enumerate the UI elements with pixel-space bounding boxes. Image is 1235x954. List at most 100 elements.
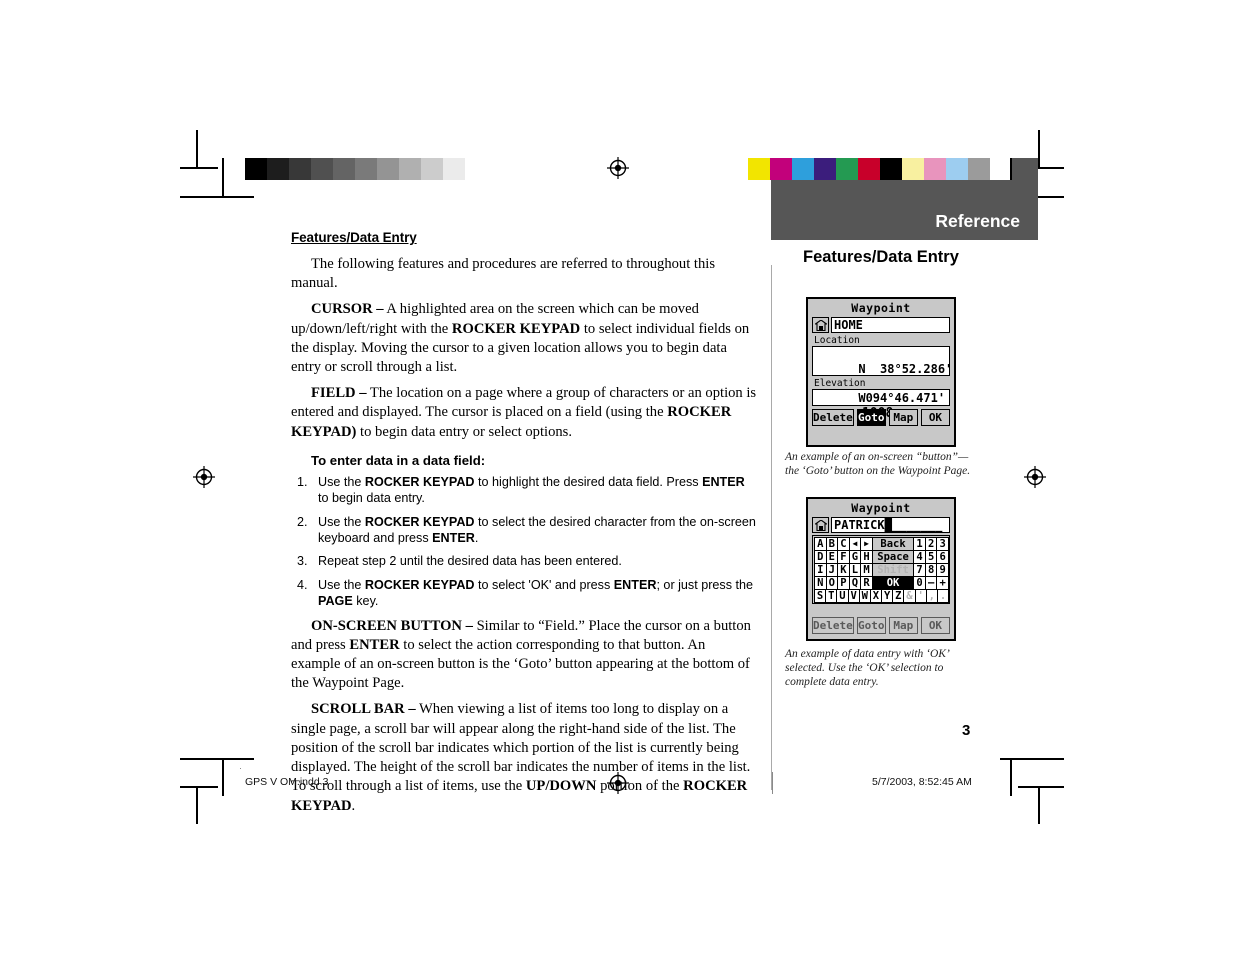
- key-period[interactable]: .: [936, 589, 950, 603]
- step-number: 2.: [297, 514, 308, 529]
- key-9[interactable]: 9: [936, 563, 949, 577]
- gray-swatch-8: [421, 158, 443, 180]
- step-key-rocker: ROCKER KEYPAD: [364, 514, 475, 529]
- scroll-text-2: portion of the: [596, 778, 684, 795]
- map-button[interactable]: Map: [888, 409, 918, 426]
- intro-paragraph: The following features and procedures ar…: [291, 255, 757, 293]
- step-text-a: Use the: [318, 514, 365, 529]
- grayscale-calibration-bar: [245, 158, 487, 180]
- scrollbar-term: SCROLL BAR –: [311, 701, 416, 718]
- scroll-updown-key: UP/DOWN: [525, 778, 597, 795]
- ok-button[interactable]: OK: [920, 409, 950, 426]
- gray-swatch-5: [355, 158, 377, 180]
- crop-mark-bl2-h: [180, 758, 254, 760]
- onscreen-button-paragraph: ON-SCREEN BUTTON – Similar to “Field.” P…: [291, 617, 757, 694]
- color-swatch-4: [836, 158, 858, 180]
- crop-mark-bl-h: [180, 786, 218, 788]
- keyboard-row-4: N O P Q R OK 0 – +: [814, 576, 949, 590]
- crop-mark-tr-v: [1038, 130, 1040, 168]
- step-number: 4.: [297, 577, 308, 592]
- step-text-c: to begin data entry.: [318, 491, 425, 506]
- goto-button[interactable]: Goto: [856, 409, 886, 426]
- scroll-bar-paragraph: SCROLL BAR – When viewing a list of item…: [291, 700, 757, 815]
- sidebar-heading: Features/Data Entry: [803, 248, 959, 266]
- field-term: FIELD –: [311, 385, 367, 402]
- location-label: Location: [812, 335, 950, 346]
- crop-mark-br2-v: [1010, 758, 1012, 796]
- on-screen-keyboard: A B C ◀ ▶ Back 1 2 3 D E F G H Space 4 5…: [812, 535, 950, 604]
- list-item: 3. Repeat step 2 until the desired data h…: [291, 553, 757, 569]
- color-swatch-1: [770, 158, 792, 180]
- house-symbol-icon[interactable]: [812, 317, 829, 333]
- gray-swatch-0: [245, 158, 267, 180]
- key-plus[interactable]: +: [936, 576, 949, 590]
- gps-screen-data-entry: Waypoint PATRICK█_______ A B C ◀ ▶ Back …: [806, 497, 956, 641]
- ok-button[interactable]: OK: [920, 617, 950, 634]
- waypoint-name-row: PATRICK█_______: [812, 517, 950, 533]
- key-6[interactable]: 6: [936, 550, 949, 564]
- gray-swatch-2: [289, 158, 311, 180]
- step-text-c: ; or just press the: [656, 577, 754, 592]
- waypoint-name-row: HOME: [812, 317, 950, 333]
- step-key-rocker: ROCKER KEYPAD: [364, 577, 475, 592]
- gray-swatch-1: [267, 158, 289, 180]
- crop-mark-br-h: [1018, 786, 1064, 788]
- key-shift[interactable]: Shift: [871, 563, 915, 577]
- goto-button[interactable]: Goto: [856, 617, 886, 634]
- waypoint-button-row-background: Delete Goto Map OK: [812, 617, 950, 634]
- scroll-text-3: .: [351, 797, 356, 814]
- key-ok[interactable]: OK: [871, 576, 915, 590]
- color-swatch-7: [902, 158, 924, 180]
- step-text-d: key.: [352, 594, 379, 609]
- crop-mark-tl-v: [196, 130, 198, 168]
- crop-mark-tl-h: [180, 167, 218, 169]
- key-3[interactable]: 3: [936, 537, 949, 551]
- page-title: Features/Data Entry: [291, 230, 417, 245]
- keyboard-row-3: I J K L M Shift 7 8 9: [814, 563, 949, 577]
- gps-screen-waypoint-page: Waypoint HOME Location N 38°52.286' W094…: [806, 297, 956, 447]
- registration-target-top: [607, 157, 629, 179]
- color-swatch-8: [924, 158, 946, 180]
- gray-swatch-7: [399, 158, 421, 180]
- section-tab-label: Reference: [935, 211, 1020, 231]
- list-item: 1. Use the ROCKER KEYPAD to highlight the…: [291, 474, 757, 507]
- map-button[interactable]: Map: [888, 617, 918, 634]
- footer-filename: GPS V OM.indd 3: [245, 776, 329, 788]
- step-text-c: .: [474, 531, 479, 546]
- crop-mark-br-v: [1038, 786, 1040, 824]
- gps-screen-title: Waypoint: [851, 301, 911, 315]
- crop-mark-bl-v: [196, 786, 198, 824]
- intro-text: The following features and procedures ar…: [291, 256, 716, 292]
- key-back[interactable]: Back: [871, 537, 915, 551]
- gray-swatch-9: [443, 158, 465, 180]
- crop-mark-tl2-h: [180, 196, 254, 198]
- registration-target-left: [193, 466, 215, 488]
- step-text-b: to highlight the desired data field. Pre…: [474, 474, 703, 489]
- house-symbol-icon[interactable]: [812, 517, 829, 533]
- latitude-value: N 38°52.286': [858, 361, 953, 376]
- onscreen-term: ON-SCREEN BUTTON –: [311, 617, 473, 634]
- color-calibration-bar: [748, 158, 990, 180]
- cursor-paragraph: CURSOR – A highlighted area on the scree…: [291, 300, 757, 377]
- step-key-page: PAGE: [318, 594, 353, 609]
- waypoint-name-field[interactable]: HOME: [831, 317, 950, 333]
- manual-page: Features/Data Entry The following featur…: [0, 0, 1235, 954]
- step-key-rocker: ROCKER KEYPAD: [364, 474, 475, 489]
- cursor-term: CURSOR –: [311, 301, 384, 318]
- step-text-b: to select 'OK' and press: [474, 577, 614, 592]
- gray-swatch-3: [311, 158, 333, 180]
- steps-heading: To enter data in a data field:: [311, 452, 486, 468]
- column-divider: [771, 265, 772, 790]
- keyboard-row-5: S T U V W X Y Z & ' , .: [814, 589, 950, 603]
- delete-button[interactable]: Delete: [812, 409, 854, 426]
- text-cursor: █: [884, 518, 892, 532]
- name-placeholder-fill: _______: [891, 518, 943, 532]
- waypoint-name-field[interactable]: PATRICK█_______: [831, 517, 950, 533]
- location-value-field[interactable]: N 38°52.286' W094°46.471': [812, 346, 953, 405]
- color-swatch-3: [814, 158, 836, 180]
- crop-mark-bl2-v: [222, 758, 224, 796]
- steps-list: 1. Use the ROCKER KEYPAD to highlight the…: [291, 474, 757, 610]
- delete-button[interactable]: Delete: [812, 617, 854, 634]
- key-space[interactable]: Space: [871, 550, 915, 564]
- keyboard-row-1: A B C ◀ ▶ Back 1 2 3: [814, 537, 949, 551]
